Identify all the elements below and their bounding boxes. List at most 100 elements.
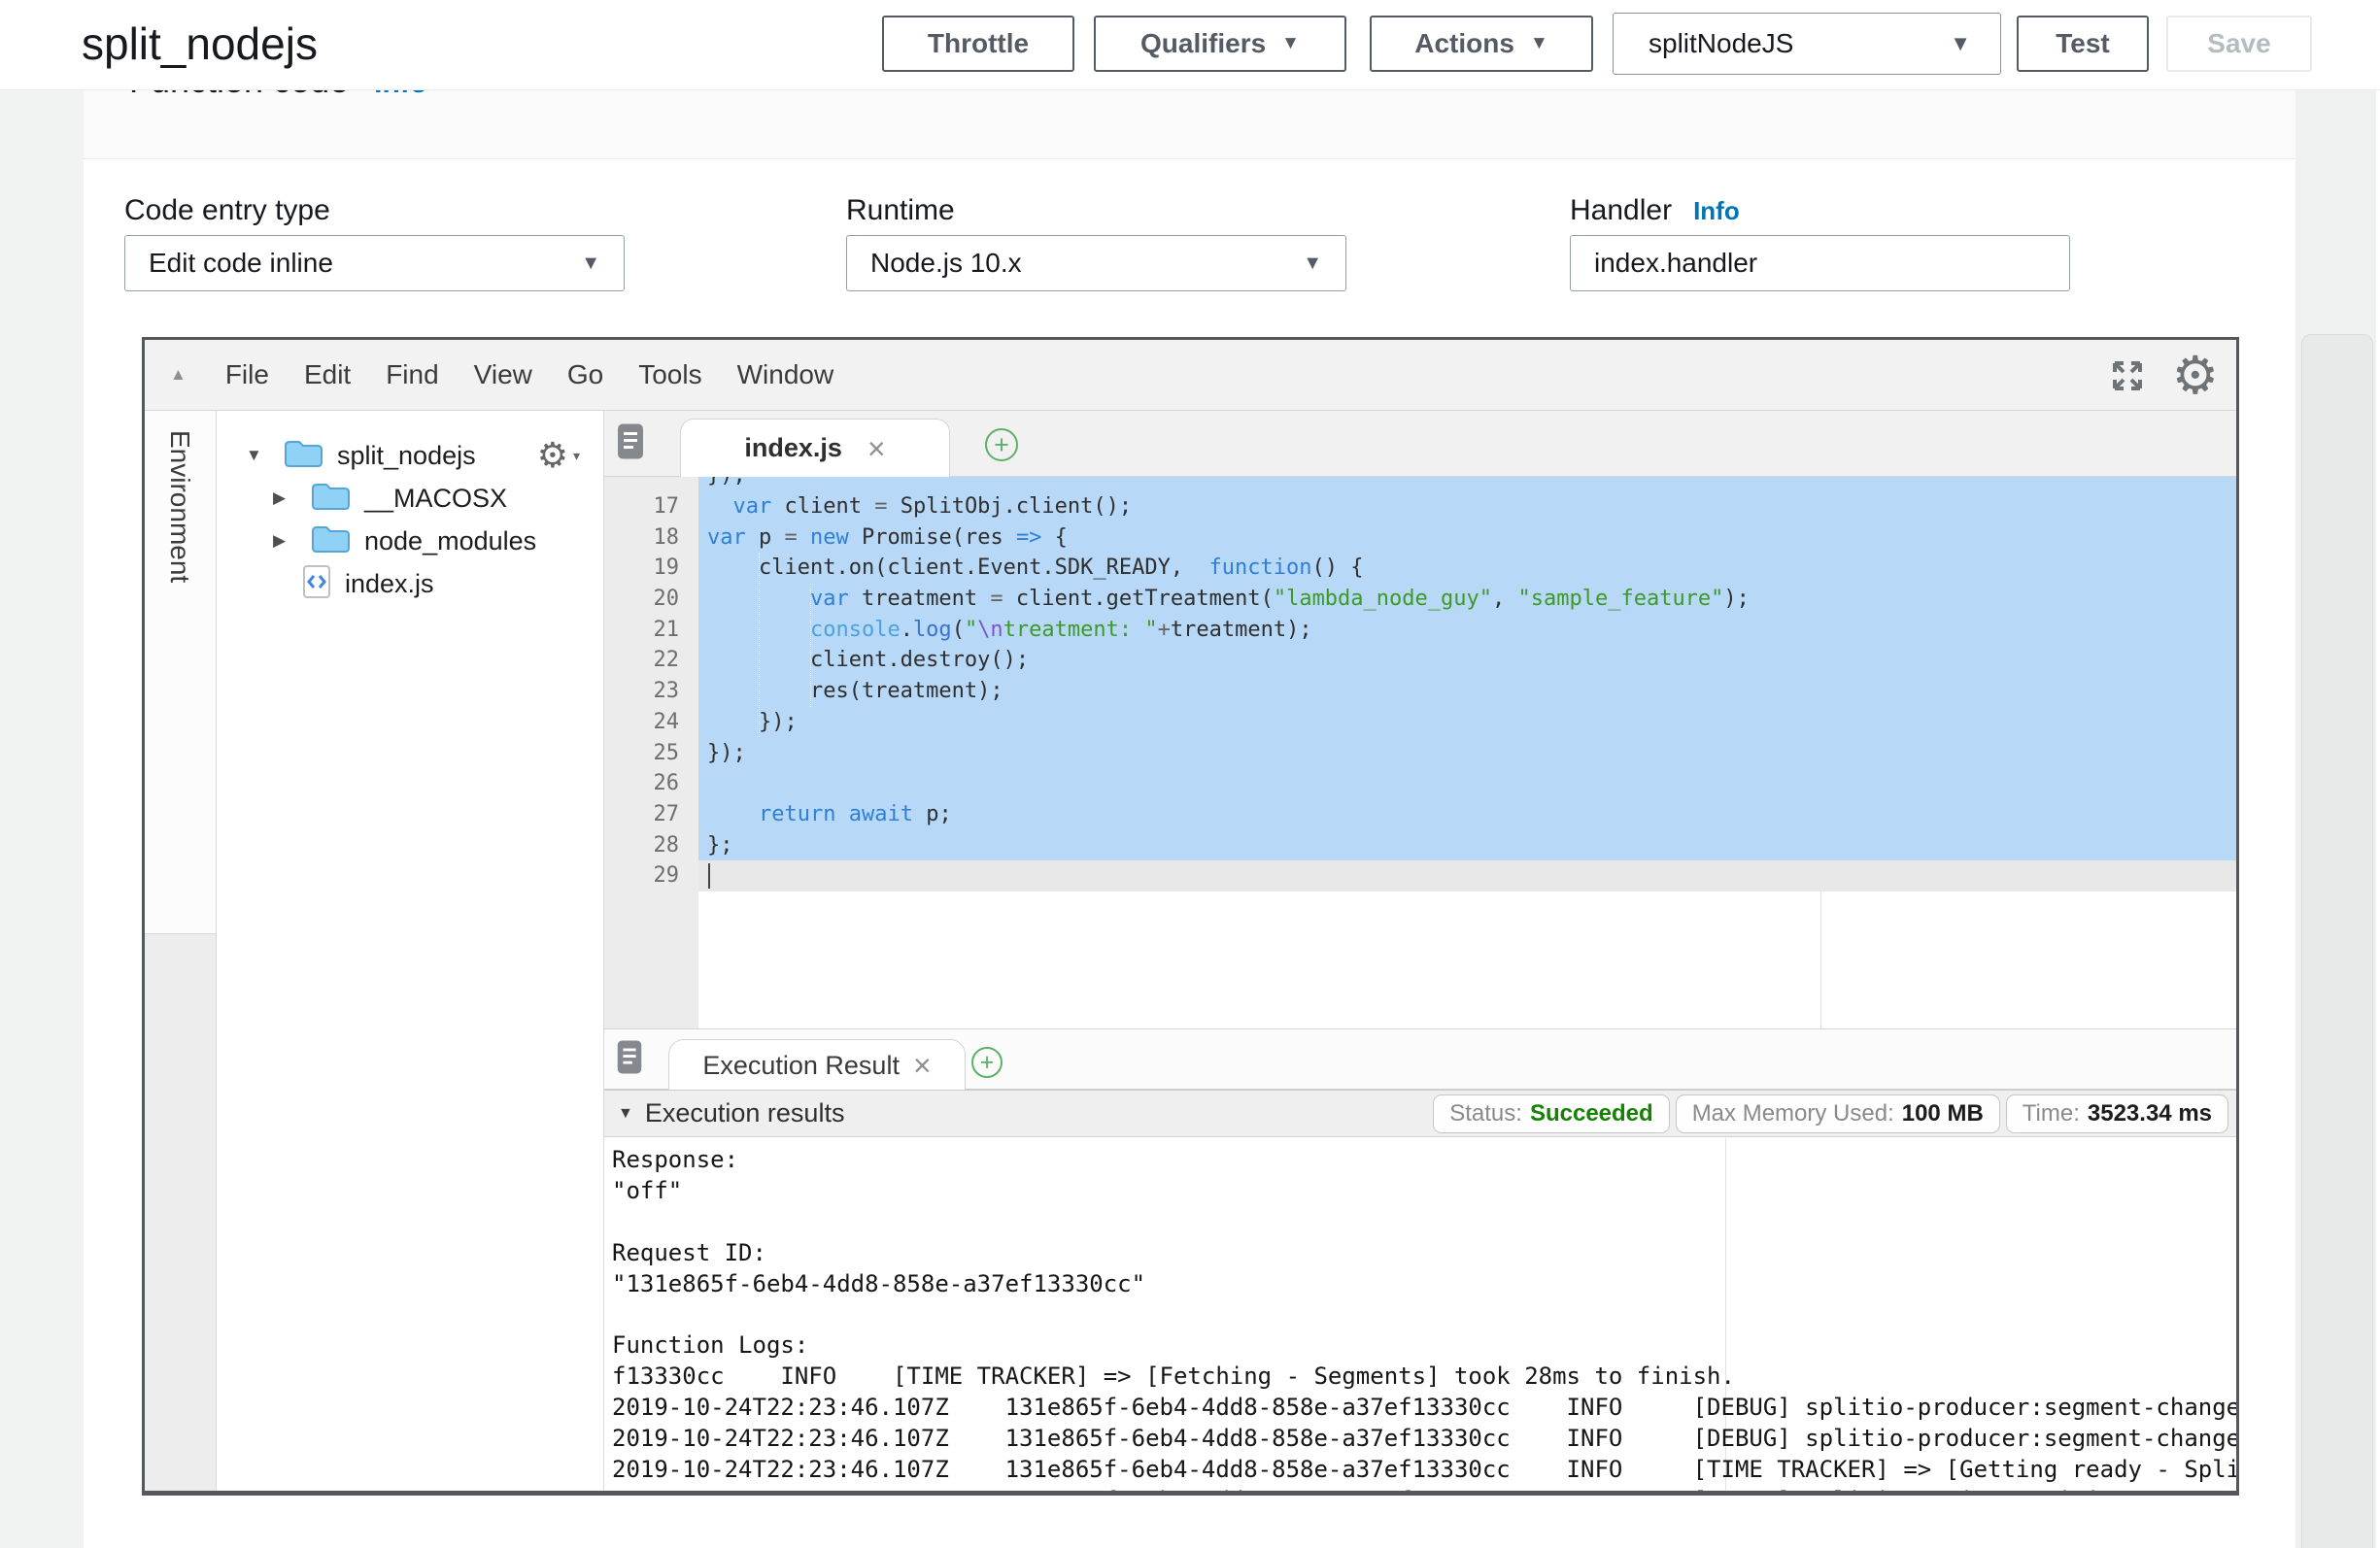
- menu-edit[interactable]: Edit: [287, 359, 368, 389]
- code-token: SplitObj.client();: [887, 494, 1132, 519]
- code-token: treatment);: [1171, 618, 1312, 642]
- actions-button[interactable]: Actions ▼: [1370, 16, 1593, 72]
- code-token: return: [759, 802, 835, 826]
- tree-item-index.js[interactable]: index.js: [217, 565, 603, 602]
- execution-output[interactable]: Response:"off" Request ID:"131e865f-6eb4…: [604, 1138, 2236, 1491]
- chevron-down-icon: ▼: [581, 252, 600, 275]
- menubar-collapse-icon[interactable]: ▲: [170, 365, 187, 385]
- new-tab-icon[interactable]: +: [985, 428, 1018, 461]
- handler-input[interactable]: index.handler: [1570, 235, 2070, 291]
- tab-list-icon[interactable]: [614, 421, 647, 465]
- throttle-button-label: Throttle: [928, 28, 1029, 59]
- code-token: [707, 494, 733, 519]
- line-number: 17: [604, 491, 698, 522]
- menu-file[interactable]: File: [208, 359, 287, 389]
- code-line: 27 return await p;: [604, 799, 2236, 830]
- tree-item-__macosx[interactable]: ▶__MACOSX: [217, 480, 603, 517]
- fullscreen-icon[interactable]: [2108, 356, 2147, 395]
- editor-column: index.js × + });17 var client = SplitObj…: [604, 411, 2236, 1491]
- runtime-select[interactable]: Node.js 10.x ▼: [846, 235, 1346, 291]
- line-number: 22: [604, 645, 698, 676]
- page-scrollbar[interactable]: [2301, 334, 2373, 1548]
- menu-tools[interactable]: Tools: [621, 359, 719, 389]
- test-button[interactable]: Test: [2017, 16, 2149, 72]
- function-version-select[interactable]: splitNodeJS ▼: [1613, 13, 2001, 75]
- code-token: "sample_feature": [1518, 587, 1724, 611]
- caret-right-icon[interactable]: ▶: [267, 488, 310, 508]
- line-number: 29: [604, 860, 698, 892]
- log-line: [612, 1207, 2236, 1238]
- test-button-label: Test: [2056, 28, 2110, 59]
- code-line: 24 });: [604, 707, 2236, 738]
- code-token: [835, 802, 848, 826]
- close-icon[interactable]: ×: [867, 433, 886, 464]
- tab-execution-result-label: Execution Result: [702, 1051, 900, 1081]
- code-token: =: [874, 494, 887, 519]
- code-token: "lambda_node_guy": [1274, 587, 1492, 611]
- code-line: 19 client.on(client.Event.SDK_READY, fun…: [604, 553, 2236, 584]
- code-token: treatment: ": [1003, 618, 1158, 642]
- code-token: ,: [1492, 587, 1518, 611]
- code-token: await: [849, 802, 913, 826]
- handler-info-link[interactable]: Info: [1693, 196, 1740, 225]
- badge-label: Max Memory Used:: [1692, 1100, 1894, 1127]
- code-token: [707, 802, 759, 826]
- log-line: 2019-10-24T22:23:46.107Z 131e865f-6eb4-4…: [612, 1455, 2236, 1486]
- log-line: Function Logs:: [612, 1330, 2236, 1362]
- function-code-title-clipped: Function codeInfo: [129, 89, 427, 101]
- close-icon[interactable]: ×: [913, 1050, 932, 1081]
- caret-right-icon[interactable]: ▶: [267, 531, 310, 551]
- tab-execution-result[interactable]: Execution Result ×: [668, 1039, 966, 1091]
- code-token: ": [965, 618, 977, 642]
- tab-index-js[interactable]: index.js ×: [680, 419, 950, 477]
- caret-down-icon[interactable]: ▼: [240, 446, 283, 465]
- tree-settings-gear-icon[interactable]: ⚙▾: [537, 438, 580, 473]
- tree-item-node_modules[interactable]: ▶node_modules: [217, 522, 603, 559]
- card-clipped-header: Function codeInfo: [84, 89, 2295, 159]
- code-token: () {: [1312, 555, 1364, 580]
- line-number: 26: [604, 768, 698, 799]
- code-lines: });17 var client = SplitObj.client();18v…: [604, 477, 2236, 892]
- code-token: p: [746, 525, 785, 550]
- qualifiers-button[interactable]: Qualifiers ▼: [1094, 16, 1346, 72]
- code-entry-type-label: Code entry type: [124, 194, 330, 227]
- code-token: new: [810, 525, 849, 550]
- code-line-text: client.on(client.Event.SDK_READY, functi…: [698, 553, 2236, 584]
- menu-window[interactable]: Window: [720, 359, 852, 389]
- line-number: 20: [604, 584, 698, 615]
- code-entry-type-select[interactable]: Edit code inline ▼: [124, 235, 625, 291]
- folder-icon: [310, 522, 351, 560]
- log-line: f13330cc INFO [TIME TRACKER] => [Fetchin…: [612, 1362, 2236, 1393]
- code-editor[interactable]: });17 var client = SplitObj.client();18v…: [604, 477, 2236, 1028]
- tree-item-split_nodejs[interactable]: ▼split_nodejs⚙▾: [217, 437, 603, 474]
- top-header: split_nodejs Throttle Qualifiers ▼ Actio…: [0, 0, 2380, 90]
- menu-go[interactable]: Go: [550, 359, 621, 389]
- tab-list-icon[interactable]: [614, 1038, 645, 1080]
- save-button[interactable]: Save: [2166, 16, 2312, 72]
- line-number: 27: [604, 799, 698, 830]
- log-line: Request ID:: [612, 1238, 2236, 1269]
- line-number: 19: [604, 553, 698, 584]
- code-line-text: };: [698, 830, 2236, 861]
- log-line: 2019-10-24T22:23:46.107Z 131e865f-6eb4-4…: [612, 1424, 2236, 1455]
- console-tabbar: Execution Result × +: [604, 1029, 2236, 1090]
- info-link[interactable]: Info: [374, 89, 427, 99]
- code-token: };: [707, 833, 733, 858]
- file-tree-panel: ▼split_nodejs⚙▾ ▶__MACOSX ▶node_modulesind…: [217, 411, 604, 1491]
- chevron-down-icon: ▼: [1530, 33, 1548, 54]
- throttle-button[interactable]: Throttle: [882, 16, 1074, 72]
- editor-settings-gear-icon[interactable]: ⚙: [2172, 350, 2219, 402]
- collapse-caret-icon[interactable]: ▼: [618, 1105, 633, 1123]
- menu-find[interactable]: Find: [368, 359, 456, 389]
- code-token: );: [1723, 587, 1750, 611]
- badge-label: Status:: [1449, 1100, 1522, 1127]
- new-tab-icon[interactable]: +: [971, 1047, 1003, 1078]
- handler-label: HandlerInfo: [1570, 194, 1740, 227]
- folder-icon: [310, 480, 351, 518]
- cloud9-editor-frame: ▲ FileEditFindViewGoToolsWindow ⚙ Enviro…: [142, 337, 2239, 1496]
- indent-guide: [810, 584, 812, 707]
- code-token: function: [1209, 555, 1312, 580]
- environment-tab-label: Environment: [164, 430, 195, 583]
- code-entry-type-value: Edit code inline: [149, 248, 333, 279]
- menu-view[interactable]: View: [457, 359, 550, 389]
